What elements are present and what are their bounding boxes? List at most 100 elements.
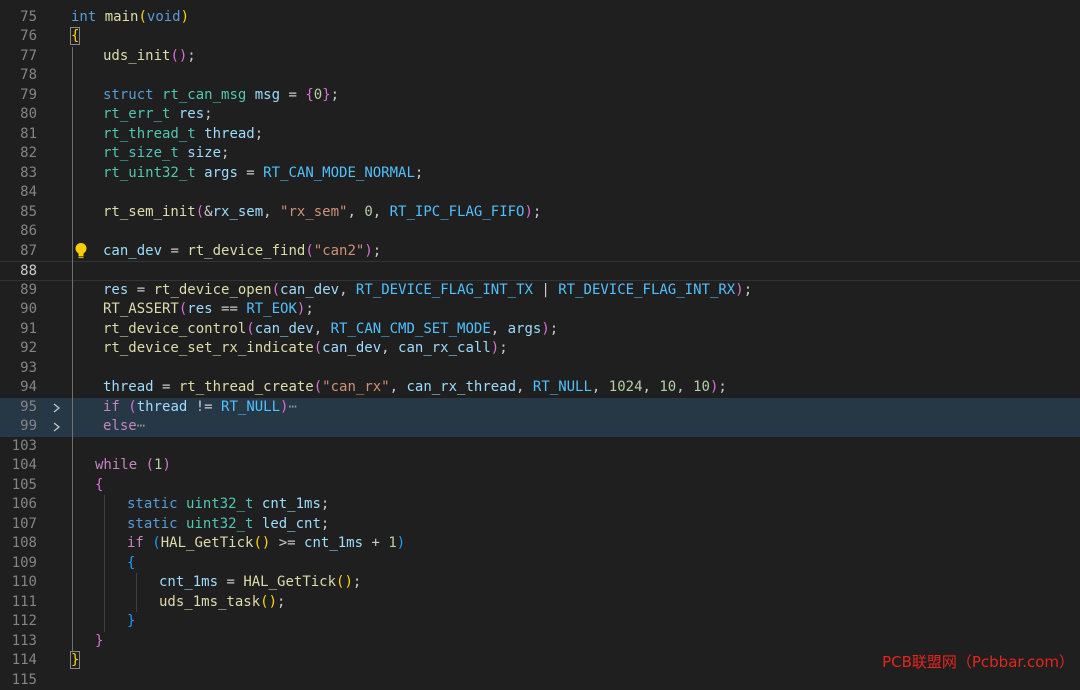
code-line[interactable]: 81 rt_thread_t thread; [0, 125, 1080, 145]
code-editor[interactable]: 75 int main(void) 76 {77 uds_init(); 7879 stru… [0, 0, 1080, 678]
line-number: 106 [0, 495, 37, 515]
code-line[interactable]: 109 { [0, 554, 1080, 574]
code-text: rt_device_set_rx_indicate(can_dev, can_r… [103, 339, 508, 359]
line-number: 99 [0, 417, 37, 437]
line-number: 108 [0, 534, 37, 554]
line-number: 114 [0, 651, 37, 671]
code-line[interactable]: 89 res = rt_device_open(can_dev, RT_DEVIC… [0, 281, 1080, 301]
code-text: while (1) [95, 456, 171, 476]
line-number: 111 [0, 593, 37, 613]
code-line[interactable]: 113} [0, 632, 1080, 652]
line-number: 80 [0, 105, 37, 125]
code-text: thread = rt_thread_create("can_rx", can_… [103, 378, 727, 398]
line-number: 90 [0, 300, 37, 320]
code-line[interactable]: 115 [0, 671, 1080, 690]
code-text: } [71, 651, 79, 671]
line-number: 104 [0, 456, 37, 476]
code-text: rt_err_t res; [103, 105, 213, 125]
line-number: 94 [0, 378, 37, 398]
code-text: { [95, 476, 103, 496]
line-number: 86 [0, 222, 37, 242]
code-line[interactable]: 87can_dev = rt_device_find("can2"); [0, 242, 1080, 262]
code-text: rt_size_t size; [103, 144, 229, 164]
code-line[interactable]: 99 else⋯ [0, 417, 1080, 437]
code-text: rt_sem_init(&rx_sem, "rx_sem", 0, RT_IPC… [103, 203, 541, 223]
line-number: 78 [0, 66, 37, 86]
code-text: if (thread != RT_NULL)⋯ [103, 398, 297, 418]
line-number: 77 [0, 47, 37, 67]
code-line[interactable]: 91 rt_device_control(can_dev, RT_CAN_CMD_… [0, 320, 1080, 340]
lightbulb-icon[interactable] [74, 242, 90, 262]
code-text: struct rt_can_msg msg = {0}; [103, 86, 339, 106]
code-text: int main(void) [71, 8, 189, 28]
code-line[interactable]: 83 rt_uint32_t args = RT_CAN_MODE_NORMAL; [0, 164, 1080, 184]
line-number: 103 [0, 437, 37, 457]
code-text: } [127, 612, 135, 632]
line-number: 109 [0, 554, 37, 574]
code-line[interactable]: 95if (thread != RT_NULL)⋯ [0, 398, 1080, 418]
code-line[interactable]: 93 [0, 359, 1080, 379]
code-line[interactable]: 92 rt_device_set_rx_indicate(can_dev, can… [0, 339, 1080, 359]
line-number: 79 [0, 86, 37, 106]
code-text: } [95, 632, 103, 652]
code-line[interactable]: 104 while (1) [0, 456, 1080, 476]
line-number: 93 [0, 359, 37, 379]
code-text: can_dev = rt_device_find("can2"); [103, 242, 381, 262]
code-line[interactable]: 94 thread = rt_thread_create("can_rx", ca… [0, 378, 1080, 398]
code-text: rt_device_control(can_dev, RT_CAN_CMD_SE… [103, 320, 558, 340]
code-line[interactable]: 111 uds_1ms_task(); [0, 593, 1080, 613]
line-number: 91 [0, 320, 37, 340]
code-line[interactable]: 84 [0, 183, 1080, 203]
code-line[interactable]: 112} [0, 612, 1080, 632]
line-number: 113 [0, 632, 37, 652]
code-text: if (HAL_GetTick() >= cnt_1ms + 1) [127, 534, 405, 554]
line-number: 83 [0, 164, 37, 184]
code-line[interactable]: 76 { [0, 27, 1080, 47]
code-line[interactable]: 80 rt_err_t res; [0, 105, 1080, 125]
code-text: RT_ASSERT(res == RT_EOK); [103, 300, 314, 320]
fold-chevron-icon[interactable] [50, 417, 64, 437]
line-number: 92 [0, 339, 37, 359]
line-number: 75 [0, 8, 37, 28]
line-number: 115 [0, 671, 37, 690]
code-text: rt_thread_t thread; [103, 125, 263, 145]
code-text: uds_1ms_task(); [159, 593, 285, 613]
code-line[interactable]: 75 int main(void) [0, 8, 1080, 28]
code-text: { [71, 27, 79, 47]
line-number: 85 [0, 203, 37, 223]
code-line[interactable]: 103 [0, 437, 1080, 457]
code-line[interactable]: 90 RT_ASSERT(res == RT_EOK); [0, 300, 1080, 320]
code-text: static uint32_t led_cnt; [127, 515, 329, 535]
line-number: 89 [0, 281, 37, 301]
indent-guide [104, 495, 105, 632]
code-line[interactable]: 110cnt_1ms = HAL_GetTick(); [0, 573, 1080, 593]
line-number: 82 [0, 144, 37, 164]
code-text: rt_uint32_t args = RT_CAN_MODE_NORMAL; [103, 164, 423, 184]
line-number: 81 [0, 125, 37, 145]
code-line[interactable]: 77 uds_init(); [0, 47, 1080, 67]
line-number: 110 [0, 573, 37, 593]
line-number: 76 [0, 27, 37, 47]
code-line[interactable]: 106static uint32_t cnt_1ms; [0, 495, 1080, 515]
code-text: else⋯ [103, 417, 145, 437]
code-line[interactable]: 82 rt_size_t size; [0, 144, 1080, 164]
code-line[interactable]: 79 struct rt_can_msg msg = {0}; [0, 86, 1080, 106]
line-number: 107 [0, 515, 37, 535]
code-line[interactable]: 85 rt_sem_init(&rx_sem, "rx_sem", 0, RT_I… [0, 203, 1080, 223]
line-number: 88 [0, 262, 37, 282]
indent-guide [72, 47, 73, 652]
code-text: { [127, 554, 135, 574]
code-line[interactable]: 88 [0, 261, 1080, 281]
code-line[interactable]: 105 { [0, 476, 1080, 496]
code-text: uds_init(); [103, 47, 196, 67]
code-line[interactable]: 107 static uint32_t led_cnt; [0, 515, 1080, 535]
watermark: PCB联盟网（Pcbbar.com） [882, 651, 1074, 672]
code-text: res = rt_device_open(can_dev, RT_DEVICE_… [103, 281, 752, 301]
fold-chevron-icon[interactable] [50, 398, 64, 418]
code-line[interactable]: 86 [0, 222, 1080, 242]
code-line[interactable]: 108 if (HAL_GetTick() >= cnt_1ms + 1) [0, 534, 1080, 554]
line-number: 105 [0, 476, 37, 496]
code-line[interactable]: 78 [0, 66, 1080, 86]
line-number: 112 [0, 612, 37, 632]
line-number: 84 [0, 183, 37, 203]
